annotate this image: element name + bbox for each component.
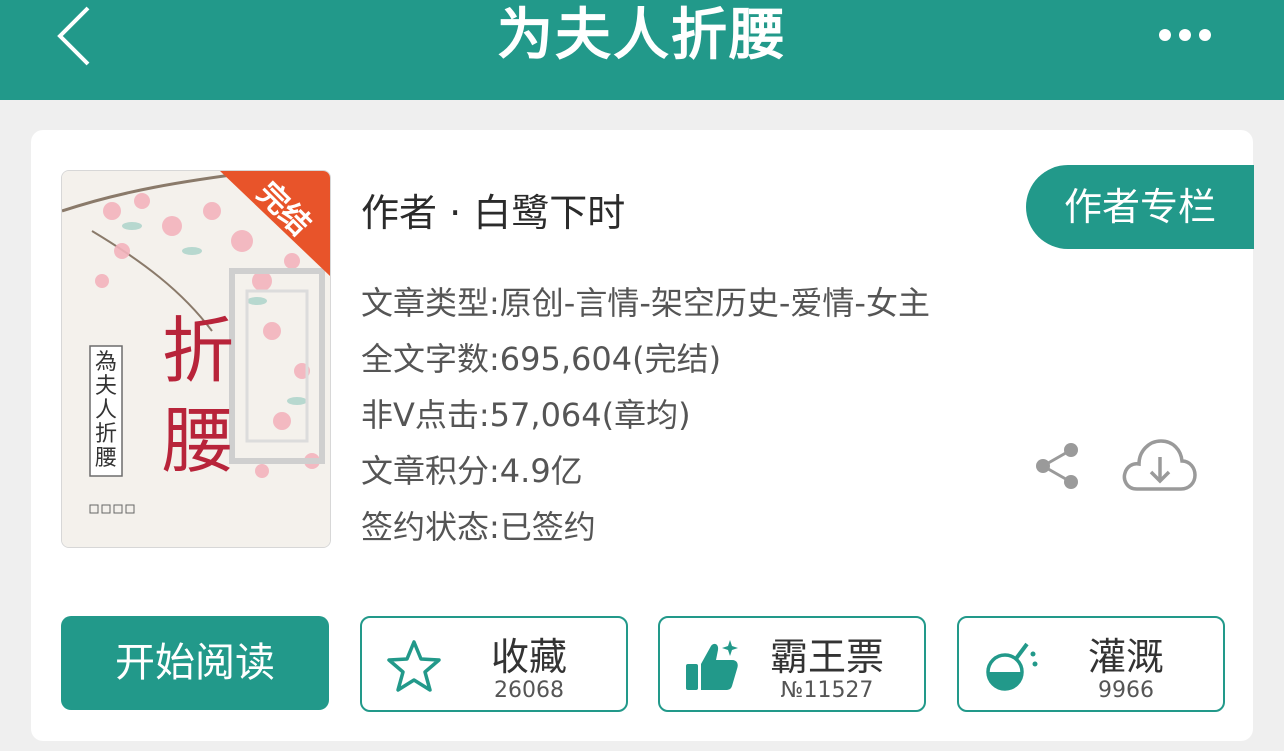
water-label: 灌溉 — [1087, 635, 1164, 679]
cover-title-big-2: 腰 — [162, 399, 234, 483]
cover-title-big-1: 折 — [162, 309, 234, 393]
info-sign-status: 签约状态:已签约 — [361, 508, 596, 546]
book-card: 完结 折 腰 為夫人折腰 作者 · 白鹭下时 作者专栏 文章类型:原创-言情-架… — [31, 130, 1254, 741]
info-word-count: 全文字数:695,604(完结) — [361, 340, 722, 378]
book-info: 文章类型:原创-言情-架空历史-爱情-女主 全文字数:695,604(完结) 非… — [361, 275, 930, 555]
start-reading-button[interactable]: 开始阅读 — [61, 616, 329, 710]
cover-vertical-title-char: 為 — [95, 350, 117, 375]
share-icon[interactable] — [1033, 440, 1081, 492]
ticket-label: 霸王票 — [769, 635, 884, 679]
author-column-button[interactable]: 作者专栏 — [1026, 165, 1254, 249]
cover-vertical-title-char: 折 — [95, 422, 117, 447]
author-name[interactable]: 作者 · 白鹭下时 — [361, 182, 625, 237]
info-score: 文章积分:4.9亿 — [361, 452, 583, 490]
book-cover[interactable]: 完结 折 腰 為夫人折腰 — [61, 170, 331, 548]
favorite-button[interactable]: 收藏 26068 — [360, 616, 628, 712]
water-count: 9966 — [1098, 678, 1154, 703]
info-clicks: 非Ⅴ点击:57,064(章均) — [361, 396, 691, 434]
ticket-count: №11527 — [780, 678, 874, 703]
water-button[interactable]: 灌溉 9966 — [957, 616, 1225, 712]
favorite-count: 26068 — [494, 678, 564, 703]
ticket-button[interactable]: 霸王票 №11527 — [658, 616, 926, 712]
page-title: 为夫人折腰 — [497, 3, 787, 68]
favorite-label: 收藏 — [490, 635, 567, 679]
more-dots-icon[interactable] — [1156, 20, 1214, 50]
cover-vertical-title-char: 夫 — [95, 374, 117, 399]
info-type: 文章类型:原创-言情-架空历史-爱情-女主 — [361, 284, 930, 322]
top-bar: 为夫人折腰 — [0, 0, 1284, 100]
cloud-download-icon[interactable] — [1121, 435, 1197, 495]
cover-vertical-title-char: 人 — [95, 398, 117, 423]
cover-vertical-title-char: 腰 — [95, 446, 117, 471]
